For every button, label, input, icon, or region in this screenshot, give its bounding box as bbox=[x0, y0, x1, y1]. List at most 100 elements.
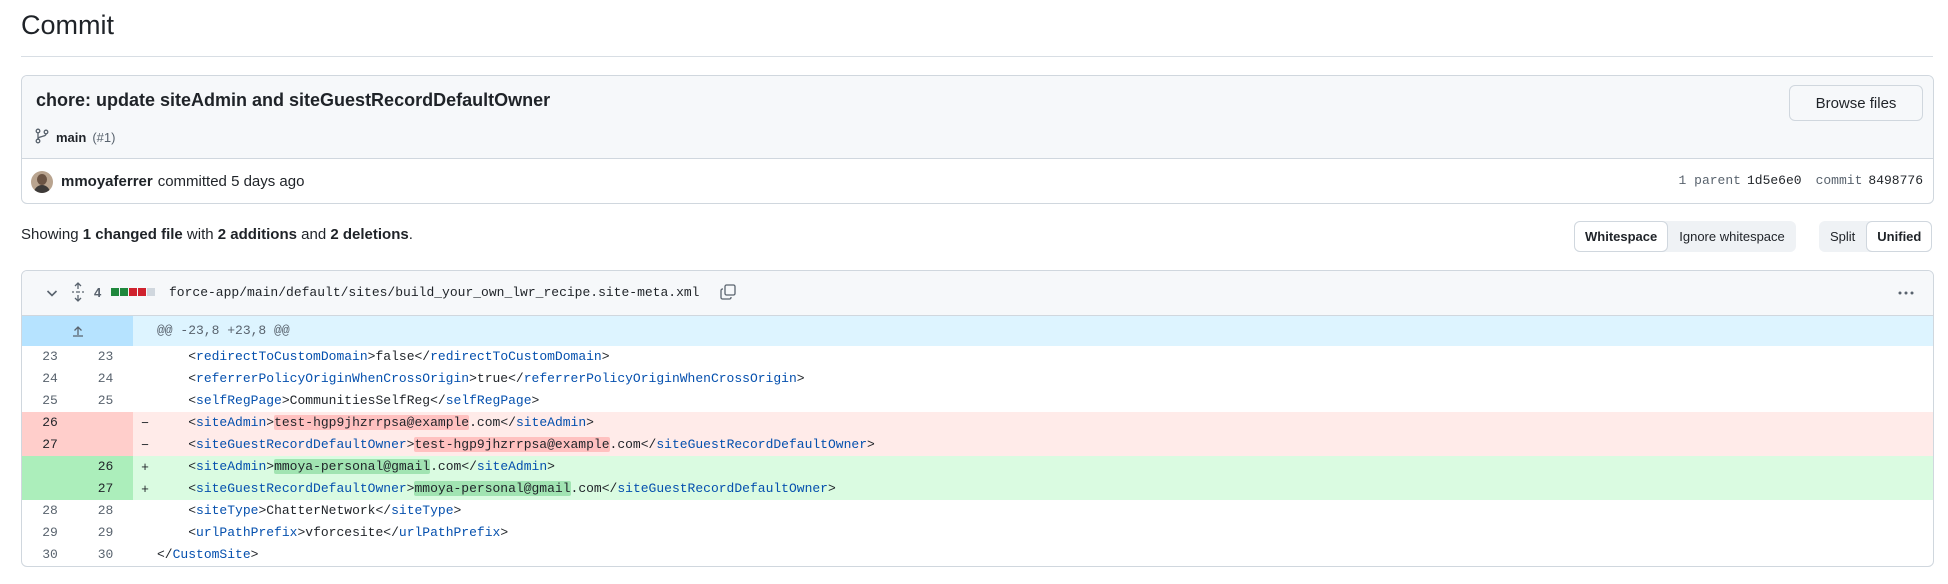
ignore-whitespace-button[interactable]: Ignore whitespace bbox=[1668, 221, 1796, 252]
changed-text: mmoya-personal@gmail bbox=[274, 459, 431, 474]
diffstat-block bbox=[111, 288, 119, 296]
summary-additions: 2 additions bbox=[217, 226, 297, 243]
summary-prefix: Showing bbox=[21, 226, 79, 243]
hunk-header-text: @@ -23,8 +23,8 @@ bbox=[157, 323, 290, 338]
diff-sign: − bbox=[141, 415, 149, 431]
old-line-number[interactable]: 28 bbox=[22, 500, 78, 522]
new-line-number[interactable]: 28 bbox=[78, 500, 133, 522]
pull-request-link[interactable]: (#1) bbox=[92, 130, 115, 145]
xml-tag: redirectToCustomDomain bbox=[430, 349, 602, 364]
old-line-number[interactable]: 23 bbox=[22, 346, 78, 368]
diff-sign: + bbox=[141, 459, 149, 475]
avatar[interactable] bbox=[31, 170, 53, 193]
diff-line: 26 − <siteAdmin>test-hgp9jhzrrpsa@example… bbox=[22, 412, 1933, 434]
changed-text: test-hgp9jhzrrpsa@example bbox=[274, 415, 470, 430]
diff-line: 27 − <siteGuestRecordDefaultOwner>test-hg… bbox=[22, 434, 1933, 456]
summary-end: . bbox=[408, 226, 413, 243]
xml-tag: siteType bbox=[391, 503, 454, 518]
whitespace-button[interactable]: Whitespace bbox=[1574, 221, 1669, 252]
code-line: <siteGuestRecordDefaultOwner>mmoya-perso… bbox=[188, 481, 836, 496]
title-divider bbox=[21, 56, 1933, 57]
diffstat-bar bbox=[111, 288, 155, 296]
new-line-number[interactable] bbox=[78, 434, 133, 456]
commit-sha: 8498776 bbox=[1868, 173, 1923, 188]
diff-sign: − bbox=[141, 437, 149, 453]
code-line: <urlPathPrefix>vforcesite</urlPathPrefix… bbox=[188, 525, 509, 540]
old-line-number[interactable]: 25 bbox=[22, 390, 78, 412]
code-line: <referrerPolicyOriginWhenCrossOrigin>tru… bbox=[188, 371, 805, 386]
code-line: <siteAdmin>mmoya-personal@gmail.com</sit… bbox=[188, 459, 555, 474]
expand-all-icon[interactable] bbox=[70, 282, 86, 305]
xml-tag: referrerPolicyOriginWhenCrossOrigin bbox=[523, 371, 797, 386]
new-line-number[interactable] bbox=[78, 412, 133, 434]
view-mode-toggle: Split Unified bbox=[1819, 221, 1933, 252]
diffstat-block bbox=[147, 288, 155, 296]
browse-files-button[interactable]: Browse files bbox=[1789, 85, 1923, 121]
author-link[interactable]: mmoyaferrer bbox=[61, 173, 153, 190]
new-line-number[interactable]: 29 bbox=[78, 522, 133, 544]
new-line-number[interactable]: 25 bbox=[78, 390, 133, 412]
chevron-down-icon[interactable] bbox=[44, 285, 60, 304]
commit-meta: mmoyaferrer committed 5 days ago 1 paren… bbox=[22, 159, 1933, 203]
diff-summary: Showing 1 changed file with 2 additions … bbox=[21, 226, 413, 243]
diff-line: 29 29 <urlPathPrefix>vforcesite</urlPathP… bbox=[22, 522, 1933, 544]
kebab-menu-icon[interactable] bbox=[1897, 285, 1915, 304]
code-line: <selfRegPage>CommunitiesSelfReg</selfReg… bbox=[188, 393, 540, 408]
file-diff: 4 force-app/main/default/sites/build_you… bbox=[21, 270, 1934, 567]
new-line-number[interactable]: 26 bbox=[78, 456, 133, 478]
file-change-count: 4 bbox=[94, 285, 102, 300]
unified-view-button[interactable]: Unified bbox=[1866, 221, 1933, 252]
page-title: Commit bbox=[21, 10, 114, 40]
parent-sha-link[interactable]: 1d5e6e0 bbox=[1747, 173, 1802, 188]
old-line-number[interactable]: 30 bbox=[22, 544, 78, 566]
diff-sign: + bbox=[141, 481, 149, 497]
old-line-number[interactable] bbox=[22, 478, 78, 500]
code-line: <redirectToCustomDomain>false</redirectT… bbox=[188, 349, 610, 364]
branch-info: main (#1) bbox=[34, 128, 115, 147]
xml-tag: siteGuestRecordDefaultOwner bbox=[656, 437, 867, 452]
diffstat-block bbox=[129, 288, 137, 296]
xml-tag: CustomSite bbox=[172, 547, 251, 562]
code-line: <siteAdmin>test-hgp9jhzrrpsa@example.com… bbox=[188, 415, 594, 430]
commit-sha-area: 1 parent 1d5e6e0 commit 8498776 bbox=[1679, 173, 1923, 188]
xml-tag: redirectToCustomDomain bbox=[196, 349, 368, 364]
old-line-number[interactable]: 29 bbox=[22, 522, 78, 544]
expand-up-icon[interactable] bbox=[22, 316, 133, 346]
diff-table: @@ -23,8 +23,8 @@ 23 23 <redirectToCustom… bbox=[22, 316, 1933, 566]
new-line-number[interactable]: 27 bbox=[78, 478, 133, 500]
diff-line: 25 25 <selfRegPage>CommunitiesSelfReg</se… bbox=[22, 390, 1933, 412]
xml-tag: referrerPolicyOriginWhenCrossOrigin bbox=[196, 371, 470, 386]
xml-tag: siteGuestRecordDefaultOwner bbox=[196, 481, 407, 496]
commit-message: chore: update siteAdmin and siteGuestRec… bbox=[36, 90, 551, 110]
branch-link[interactable]: main bbox=[56, 130, 86, 145]
commit-header-box: chore: update siteAdmin and siteGuestRec… bbox=[21, 75, 1934, 204]
commit-label: commit bbox=[1815, 173, 1863, 188]
hunk-header: @@ -23,8 +23,8 @@ bbox=[22, 316, 1933, 346]
xml-tag: siteGuestRecordDefaultOwner bbox=[196, 437, 407, 452]
diff-line: 28 28 <siteType>ChatterNetwork</siteType> bbox=[22, 500, 1933, 522]
git-branch-icon bbox=[34, 128, 50, 147]
new-line-number[interactable]: 23 bbox=[78, 346, 133, 368]
xml-tag: urlPathPrefix bbox=[398, 525, 501, 540]
summary-and: and bbox=[301, 226, 327, 243]
old-line-number[interactable]: 27 bbox=[22, 434, 78, 456]
diffstat-block bbox=[138, 288, 146, 296]
old-line-number[interactable]: 26 bbox=[22, 412, 78, 434]
new-line-number[interactable]: 24 bbox=[78, 368, 133, 390]
code-line: <siteGuestRecordDefaultOwner>test-hgp9jh… bbox=[188, 437, 875, 452]
summary-with: with bbox=[186, 226, 214, 243]
copy-icon[interactable] bbox=[719, 283, 737, 304]
diff-line: 24 24 <referrerPolicyOriginWhenCrossOrigi… bbox=[22, 368, 1933, 390]
new-line-number[interactable]: 30 bbox=[78, 544, 133, 566]
xml-tag: siteGuestRecordDefaultOwner bbox=[617, 481, 828, 496]
file-path-link[interactable]: force-app/main/default/sites/build_your_… bbox=[169, 285, 700, 300]
xml-tag: siteAdmin bbox=[196, 415, 267, 430]
old-line-number[interactable]: 24 bbox=[22, 368, 78, 390]
commit-header: chore: update siteAdmin and siteGuestRec… bbox=[22, 76, 1933, 159]
commit-time: committed 5 days ago bbox=[157, 173, 305, 190]
old-line-number[interactable] bbox=[22, 456, 78, 478]
diff-line: 30 30 </CustomSite> bbox=[22, 544, 1933, 566]
diff-line: 23 23 <redirectToCustomDomain>false</redi… bbox=[22, 346, 1933, 368]
xml-tag: siteType bbox=[196, 503, 259, 518]
split-view-button[interactable]: Split bbox=[1819, 221, 1866, 252]
